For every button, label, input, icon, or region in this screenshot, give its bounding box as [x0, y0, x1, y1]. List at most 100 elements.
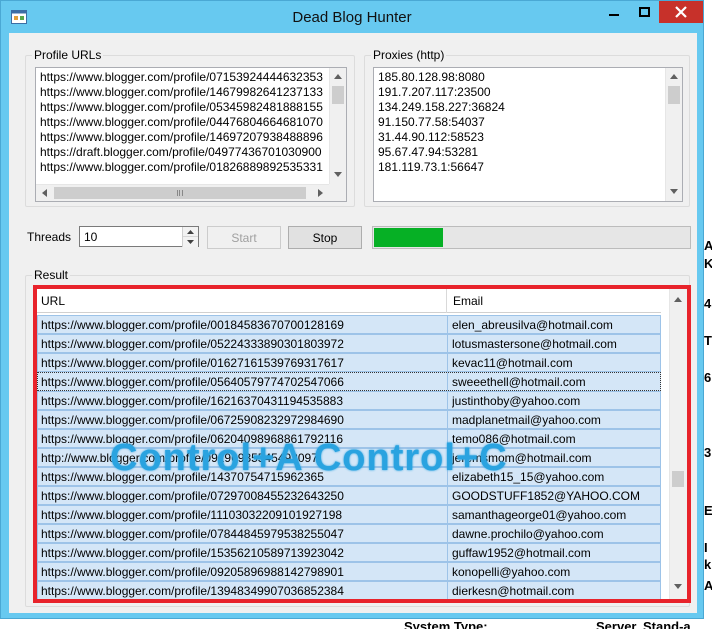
background-text: K — [704, 256, 712, 271]
profile-urls-lines: https://www.blogger.com/profile/07153924… — [40, 70, 328, 175]
proxy-line: 31.44.90.112:58523 — [378, 130, 484, 144]
profile-urls-textbox[interactable]: https://www.blogger.com/profile/07153924… — [35, 67, 347, 202]
spin-down-icon[interactable] — [183, 237, 198, 247]
cell-separator — [447, 468, 448, 485]
cell-email[interactable]: dawne.prochilo@yahoo.com — [452, 527, 660, 541]
table-row[interactable]: https://www.blogger.com/profile/07844845… — [37, 524, 661, 543]
threads-value: 10 — [84, 230, 98, 244]
profile-urls-vertical-scrollbar[interactable] — [329, 68, 346, 184]
column-header-url[interactable]: URL — [37, 289, 447, 313]
table-row[interactable]: https://www.blogger.com/profile/11103032… — [37, 505, 661, 524]
table-row[interactable]: https://www.blogger.com/profile/05640579… — [37, 372, 661, 391]
scroll-thumb[interactable] — [54, 187, 306, 199]
maximize-button[interactable] — [629, 1, 659, 23]
scroll-right-icon[interactable] — [312, 185, 329, 201]
cell-url[interactable]: https://www.blogger.com/profile/05640579… — [41, 375, 445, 389]
cell-email[interactable]: kevac11@hotmail.com — [452, 356, 660, 370]
cell-email[interactable]: jeremsmom@hotmail.com — [452, 451, 660, 465]
app-window: Dead Blog Hunter Profile URLs https://ww… — [0, 0, 704, 619]
table-row[interactable]: https://www.blogger.com/profile/14370754… — [37, 467, 661, 486]
table-row[interactable]: https://www.blogger.com/profile/09205896… — [37, 562, 661, 581]
cell-email[interactable]: samanthageorge01@yahoo.com — [452, 508, 660, 522]
cell-url[interactable]: https://www.blogger.com/profile/09205896… — [41, 565, 445, 579]
cell-separator — [447, 392, 448, 409]
table-row[interactable]: https://www.blogger.com/profile/06725908… — [37, 410, 661, 429]
proxies-lines: 185.80.128.98:8080 191.7.207.117:23500 1… — [378, 70, 664, 175]
cell-url[interactable]: https://www.blogger.com/profile/16216370… — [41, 394, 445, 408]
cell-email[interactable]: sweeethell@hotmail.com — [452, 375, 660, 389]
cell-separator — [447, 354, 448, 371]
cell-separator — [447, 430, 448, 447]
cell-email[interactable]: elen_abreusilva@hotmail.com — [452, 318, 660, 332]
cell-url[interactable]: https://www.blogger.com/profile/00184583… — [41, 318, 445, 332]
proxies-textbox[interactable]: 185.80.128.98:8080 191.7.207.117:23500 1… — [373, 67, 683, 202]
result-grid-highlight: URL Email https://www.blogger.com/profil… — [33, 285, 691, 603]
cell-email[interactable]: madplanetmail@yahoo.com — [452, 413, 660, 427]
close-button[interactable] — [659, 1, 703, 23]
cell-email[interactable]: elizabeth15_15@yahoo.com — [452, 470, 660, 484]
profile-url-line: https://www.blogger.com/profile/01826889… — [40, 160, 323, 174]
proxies-label: Proxies (http) — [371, 48, 447, 62]
cell-email[interactable]: dierkesn@hotmail.com — [452, 584, 660, 598]
stop-button[interactable]: Stop — [288, 226, 362, 249]
cell-url[interactable]: https://www.blogger.com/profile/06725908… — [41, 413, 445, 427]
scroll-up-icon[interactable] — [670, 291, 686, 308]
table-row[interactable]: https://www.blogger.com/profile/15356210… — [37, 543, 661, 562]
scroll-left-icon[interactable] — [36, 185, 53, 201]
title-bar[interactable]: Dead Blog Hunter — [1, 1, 703, 33]
scroll-down-icon[interactable] — [666, 183, 682, 200]
table-row[interactable]: http://www.blogger.com/profile/092969355… — [37, 448, 661, 467]
background-text: A — [704, 238, 712, 253]
scroll-thumb[interactable] — [332, 86, 344, 104]
table-row[interactable]: https://www.blogger.com/profile/06204098… — [37, 429, 661, 448]
cell-email[interactable]: guffaw1952@hotmail.com — [452, 546, 660, 560]
scroll-up-icon[interactable] — [330, 68, 346, 85]
column-header-email[interactable]: Email — [447, 289, 661, 313]
progress-bar — [372, 226, 691, 249]
profile-urls-horizontal-scrollbar[interactable] — [36, 184, 329, 201]
table-row[interactable]: https://www.blogger.com/profile/05224333… — [37, 334, 661, 353]
progress-fill — [374, 228, 443, 247]
spin-up-icon[interactable] — [183, 227, 198, 237]
cell-url[interactable]: https://www.blogger.com/profile/05224333… — [41, 337, 445, 351]
cell-email[interactable]: temo086@hotmail.com — [452, 432, 660, 446]
scroll-down-icon[interactable] — [670, 578, 686, 595]
scroll-thumb[interactable] — [668, 86, 680, 104]
cell-url[interactable]: https://www.blogger.com/profile/11103032… — [41, 508, 445, 522]
background-text: A — [704, 578, 712, 593]
cell-url[interactable]: https://www.blogger.com/profile/13948349… — [41, 584, 445, 598]
proxy-line: 185.80.128.98:8080 — [378, 70, 485, 84]
cell-email[interactable]: GOODSTUFF1852@YAHOO.COM — [452, 489, 660, 503]
cell-url[interactable]: http://www.blogger.com/profile/092969355… — [41, 451, 445, 465]
cell-email[interactable]: lotusmastersone@hotmail.com — [452, 337, 660, 351]
cell-url[interactable]: https://www.blogger.com/profile/06204098… — [41, 432, 445, 446]
table-row[interactable]: https://www.blogger.com/profile/00184583… — [37, 315, 661, 334]
scroll-up-icon[interactable] — [666, 68, 682, 85]
cell-url[interactable]: https://www.blogger.com/profile/07844845… — [41, 527, 445, 541]
table-row[interactable]: https://www.blogger.com/profile/07297008… — [37, 486, 661, 505]
cell-url[interactable]: https://www.blogger.com/profile/15356210… — [41, 546, 445, 560]
table-row[interactable]: https://www.blogger.com/profile/16216370… — [37, 391, 661, 410]
cell-url[interactable]: https://www.blogger.com/profile/07297008… — [41, 489, 445, 503]
cell-email[interactable]: konopelli@yahoo.com — [452, 565, 660, 579]
proxy-line: 181.119.73.1:56647 — [378, 160, 484, 174]
result-grid[interactable]: URL Email https://www.blogger.com/profil… — [37, 289, 687, 599]
result-vertical-scrollbar[interactable] — [669, 289, 687, 599]
background-text: 3 — [704, 445, 712, 460]
proxies-vertical-scrollbar[interactable] — [665, 68, 682, 201]
cell-url[interactable]: https://www.blogger.com/profile/01627161… — [41, 356, 445, 370]
minimize-button[interactable] — [599, 1, 629, 23]
scroll-down-icon[interactable] — [330, 166, 346, 183]
table-row[interactable]: https://www.blogger.com/profile/01627161… — [37, 353, 661, 372]
cell-url[interactable]: https://www.blogger.com/profile/14370754… — [41, 470, 445, 484]
cell-separator — [447, 316, 448, 333]
threads-stepper[interactable]: 10 — [79, 226, 199, 247]
table-row[interactable]: https://www.blogger.com/profile/13948349… — [37, 581, 661, 599]
threads-spin-buttons[interactable] — [182, 227, 198, 247]
scroll-thumb[interactable] — [672, 471, 684, 487]
start-button[interactable]: Start — [207, 226, 281, 249]
proxy-line: 191.7.207.117:23500 — [378, 85, 491, 99]
screen: A K 4 T 6 3 E I k A System Type: Server,… — [0, 0, 712, 629]
profile-url-line: https://draft.blogger.com/profile/049774… — [40, 145, 322, 159]
cell-email[interactable]: justinthoby@yahoo.com — [452, 394, 660, 408]
